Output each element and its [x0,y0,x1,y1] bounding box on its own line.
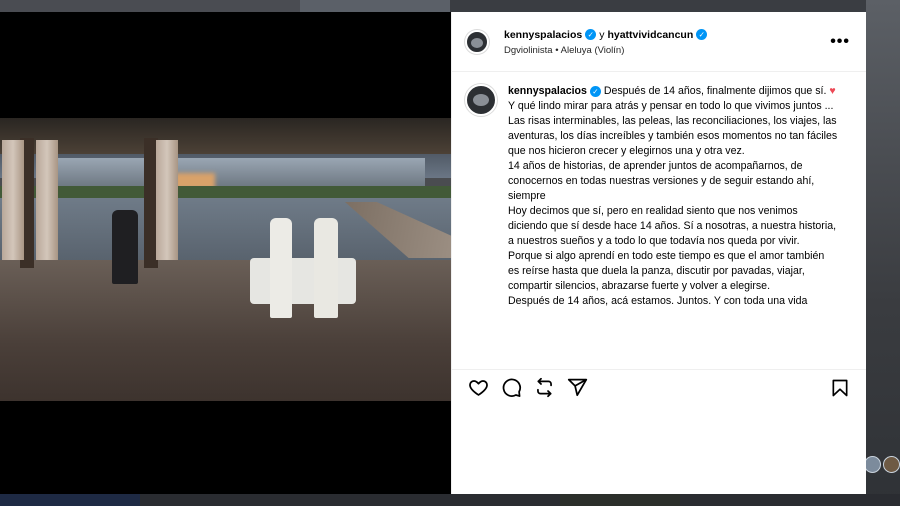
post-header: kennyspalacios ✓ y hyattvividcancun ✓ Dg… [452,12,866,72]
avatar [883,456,900,473]
caption-paragraph: Porque si algo aprendí en todo este tiem… [508,250,825,292]
caption-paragraph: Hoy decimos que sí, pero en realidad sie… [508,205,837,247]
video-violinist [112,210,138,284]
verified-badge-icon: ✓ [589,86,601,98]
author-line: kennyspalacios ✓ y hyattvividcancun ✓ [504,28,828,42]
caption-body: kennyspalacios ✓ Después de 14 años, fin… [508,84,838,309]
collaborator-username[interactable]: hyattvividcancun [607,28,693,42]
caption-first-line: kennyspalacios ✓ Después de 14 años, fin… [508,84,838,99]
more-options-button[interactable]: ••• [828,33,852,51]
video-roof [0,118,451,154]
caption-paragraph: Y qué lindo mirar para atrás y pensar en… [508,100,838,157]
comment-button[interactable] [499,376,523,400]
author-avatar[interactable] [465,29,489,54]
caption-comment: kennyspalacios ✓ Después de 14 años, fin… [465,84,838,309]
header-text: kennyspalacios ✓ y hyattvividcancun ✓ Dg… [504,28,828,56]
connector-text: y [599,28,605,41]
comment-icon [501,377,522,398]
bookmark-icon [830,378,850,398]
save-button[interactable] [828,376,852,400]
backdrop-tile [560,494,680,506]
video-bride-left [270,218,292,318]
video-player[interactable] [0,118,451,401]
post-modal: kennyspalacios ✓ y hyattvividcancun ✓ Dg… [0,12,866,494]
video-curtain [36,140,58,260]
send-paper-plane-icon [567,377,588,398]
verified-badge-icon: ✓ [585,29,597,40]
caption-paragraph: Después de 14 años, acá estamos. Juntos.… [508,295,808,307]
heart-outline-icon [468,377,489,398]
video-bride-right [314,218,338,318]
video-ceremony-table [250,258,356,304]
action-bar [452,369,866,405]
caption-author-avatar[interactable] [465,84,497,116]
like-button[interactable] [466,376,490,400]
video-hedge [0,186,451,198]
caption-paragraph: 14 años de historias, de aprender juntos… [508,160,815,202]
share-button[interactable] [565,376,589,400]
avatar [864,456,881,473]
repost-button[interactable] [532,376,556,400]
verified-badge-icon: ✓ [696,29,708,40]
backdrop-feed-strip [866,0,900,506]
backdrop-avatars [864,456,900,476]
repost-icon [534,377,555,398]
caption-scroll-area[interactable]: kennyspalacios ✓ Después de 14 años, fin… [452,72,866,368]
post-details-panel: kennyspalacios ✓ y hyattvividcancun ✓ Dg… [451,12,866,494]
audio-attribution[interactable]: Dgviolinista • Aleluya (Violín) [504,45,828,56]
caption-first-text: Después de 14 años, finalmente dijimos q… [603,85,827,97]
video-curtain [2,140,24,260]
backdrop-tile [0,494,140,506]
video-floor [0,260,451,401]
red-heart-emoji-icon: ♥ [829,85,836,97]
post-media[interactable] [0,12,451,494]
video-curtain [156,140,178,260]
video-hotel [55,158,425,188]
author-username[interactable]: kennyspalacios [504,28,582,42]
caption-author-username[interactable]: kennyspalacios [508,85,587,97]
